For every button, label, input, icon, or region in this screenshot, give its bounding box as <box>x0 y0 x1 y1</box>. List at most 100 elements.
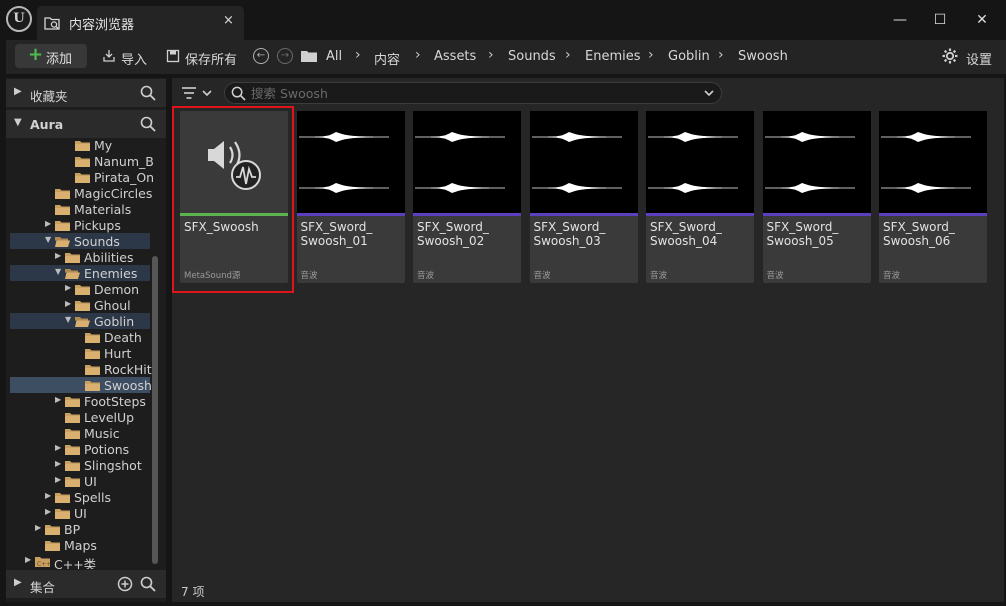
tree-item[interactable]: Materials <box>10 201 150 217</box>
chevron-right-icon[interactable]: ▶ <box>45 219 51 228</box>
chevron-right-icon[interactable]: › <box>718 47 724 63</box>
tree-item[interactable]: ▶ Abilities <box>10 249 150 265</box>
chevron-right-icon[interactable]: ▶ <box>14 577 22 588</box>
tree-item[interactable]: MagicCircles <box>10 185 152 201</box>
chevron-down-icon[interactable]: ▼ <box>14 117 22 128</box>
asset-tile[interactable]: SFX_Sword_ Swoosh_03 音波 <box>529 111 638 283</box>
tree-item[interactable]: Nanum_Bru <box>10 153 154 169</box>
chevron-right-icon[interactable]: ▶ <box>55 443 61 452</box>
tree-item[interactable]: ▶ UI <box>10 473 150 489</box>
chevron-down-icon[interactable]: ▼ <box>55 267 61 276</box>
add-circle-icon[interactable] <box>117 576 133 592</box>
gear-icon[interactable] <box>942 48 958 64</box>
breadcrumb-content[interactable]: 内容 <box>374 49 400 68</box>
collections-header[interactable]: ▶ 集合 <box>6 570 166 598</box>
chevron-right-icon[interactable]: ▶ <box>55 395 61 404</box>
tree-item[interactable]: Maps <box>10 537 150 553</box>
tree-item[interactable]: ▶ BP <box>10 521 150 537</box>
search-icon[interactable] <box>140 85 156 101</box>
import-button[interactable]: 导入 <box>121 49 147 68</box>
chevron-down-icon[interactable]: ▼ <box>45 235 51 244</box>
chevron-right-icon[interactable]: ▶ <box>65 299 71 308</box>
breadcrumb-swoosh[interactable]: Swoosh <box>738 49 788 64</box>
tree-item[interactable]: Pirata_One <box>10 169 154 185</box>
chevron-right-icon[interactable]: › <box>488 47 494 63</box>
import-icon[interactable] <box>102 49 116 63</box>
tree-item[interactable]: ▶ Ghoul <box>10 297 150 313</box>
chevron-down-icon[interactable] <box>703 87 715 99</box>
search-icon[interactable] <box>140 576 156 592</box>
folder-icon <box>65 397 80 407</box>
asset-tile[interactable]: SFX_Sword_ Swoosh_05 音波 <box>762 111 871 283</box>
breadcrumb-enemies[interactable]: Enemies <box>585 49 641 64</box>
maximize-button[interactable]: ☐ <box>928 10 952 30</box>
tree-item[interactable]: Music <box>10 425 150 441</box>
asset-name: SFX_Sword_ Swoosh_01 <box>300 220 373 248</box>
chevron-right-icon[interactable]: › <box>648 47 654 63</box>
close-window-button[interactable]: ✕ <box>970 10 994 30</box>
filter-icon[interactable] <box>180 83 214 103</box>
folder-icon <box>55 509 70 519</box>
tree-item[interactable]: ▶ FootSteps <box>10 393 150 409</box>
chevron-right-icon[interactable]: ▶ <box>25 555 31 564</box>
tree-scrollbar[interactable] <box>152 256 158 564</box>
tree-item-label: Enemies <box>84 266 138 281</box>
chevron-right-icon[interactable]: ▶ <box>45 507 51 516</box>
minimize-button[interactable]: — <box>888 10 912 30</box>
back-arrow-icon[interactable]: ← <box>253 48 269 64</box>
tree-item[interactable]: ▼ Goblin <box>10 313 150 329</box>
chevron-right-icon[interactable]: ▶ <box>55 475 61 484</box>
project-header[interactable]: ▼ Aura <box>6 110 166 138</box>
tree-item[interactable]: ▶ C++ C++类 <box>10 553 150 569</box>
chevron-right-icon[interactable]: › <box>565 47 571 63</box>
tree-item[interactable]: ▼ Enemies <box>10 265 150 281</box>
tree-item[interactable]: Death <box>10 329 150 345</box>
chevron-right-icon[interactable]: ▶ <box>55 459 61 468</box>
settings-button[interactable]: 设置 <box>966 49 992 68</box>
asset-tile[interactable]: SFX_Sword_ Swoosh_01 音波 <box>296 111 405 283</box>
chevron-right-icon[interactable]: ▶ <box>55 251 61 260</box>
save-icon[interactable] <box>166 49 180 63</box>
tree-item[interactable]: Swoosh <box>10 377 152 393</box>
breadcrumb-all[interactable]: All <box>326 49 342 64</box>
chevron-right-icon[interactable]: ▶ <box>65 283 71 292</box>
asset-type-color-bar <box>646 213 754 216</box>
tree-item[interactable]: ▶ Potions <box>10 441 150 457</box>
chevron-down-icon[interactable]: ▼ <box>65 315 71 324</box>
search-icon[interactable] <box>140 116 156 132</box>
asset-tile[interactable]: SFX_Sword_ Swoosh_02 音波 <box>413 111 521 283</box>
tree-item[interactable]: LevelUp <box>10 409 150 425</box>
tree-item-label: Nanum_Bru <box>94 154 154 169</box>
tree-item[interactable]: RockHit <box>10 361 152 377</box>
asset-tile[interactable]: SFX_Sword_ Swoosh_04 音波 <box>646 111 754 283</box>
add-button[interactable]: + 添加 <box>15 44 87 68</box>
tree-item[interactable]: ▶ UI <box>10 505 150 521</box>
tree-item[interactable]: ▼ Sounds <box>10 233 150 249</box>
search-icon <box>231 86 246 101</box>
breadcrumb-sounds[interactable]: Sounds <box>508 49 556 64</box>
asset-name: SFX_Sword_ Swoosh_03 <box>533 220 606 248</box>
chevron-right-icon[interactable]: ▶ <box>35 523 41 532</box>
unreal-logo-icon[interactable]: U <box>6 6 32 32</box>
tree-item[interactable]: ▶ Spells <box>10 489 150 505</box>
favorites-header[interactable]: ▶ 收藏夹 <box>6 79 166 107</box>
tree-item[interactable]: ▶ Pickups <box>10 217 150 233</box>
tree-item[interactable]: Hurt <box>10 345 150 361</box>
breadcrumb-goblin[interactable]: Goblin <box>668 49 710 64</box>
asset-tile[interactable]: SFX_Sword_ Swoosh_06 音波 <box>879 111 987 283</box>
chevron-right-icon[interactable]: › <box>355 47 361 63</box>
chevron-right-icon[interactable]: › <box>415 47 421 63</box>
tree-item[interactable]: ▶ Demon <box>10 281 150 297</box>
chevron-right-icon[interactable]: ▶ <box>45 491 51 500</box>
tree-item[interactable]: My <box>10 137 150 153</box>
search-input[interactable] <box>251 84 691 102</box>
chevron-right-icon[interactable]: ▶ <box>14 86 22 97</box>
tab-content-browser[interactable]: 内容浏览器 × <box>37 6 244 40</box>
tree-item-label: Materials <box>74 202 132 217</box>
tab-close-button[interactable]: × <box>223 13 234 28</box>
tree-item[interactable]: ▶ Slingshot <box>10 457 150 473</box>
forward-arrow-icon[interactable]: → <box>277 48 293 64</box>
breadcrumb-assets[interactable]: Assets <box>434 49 476 64</box>
save-all-button[interactable]: 保存所有 <box>185 49 237 68</box>
asset-name: SFX_Sword_ Swoosh_02 <box>417 220 489 248</box>
